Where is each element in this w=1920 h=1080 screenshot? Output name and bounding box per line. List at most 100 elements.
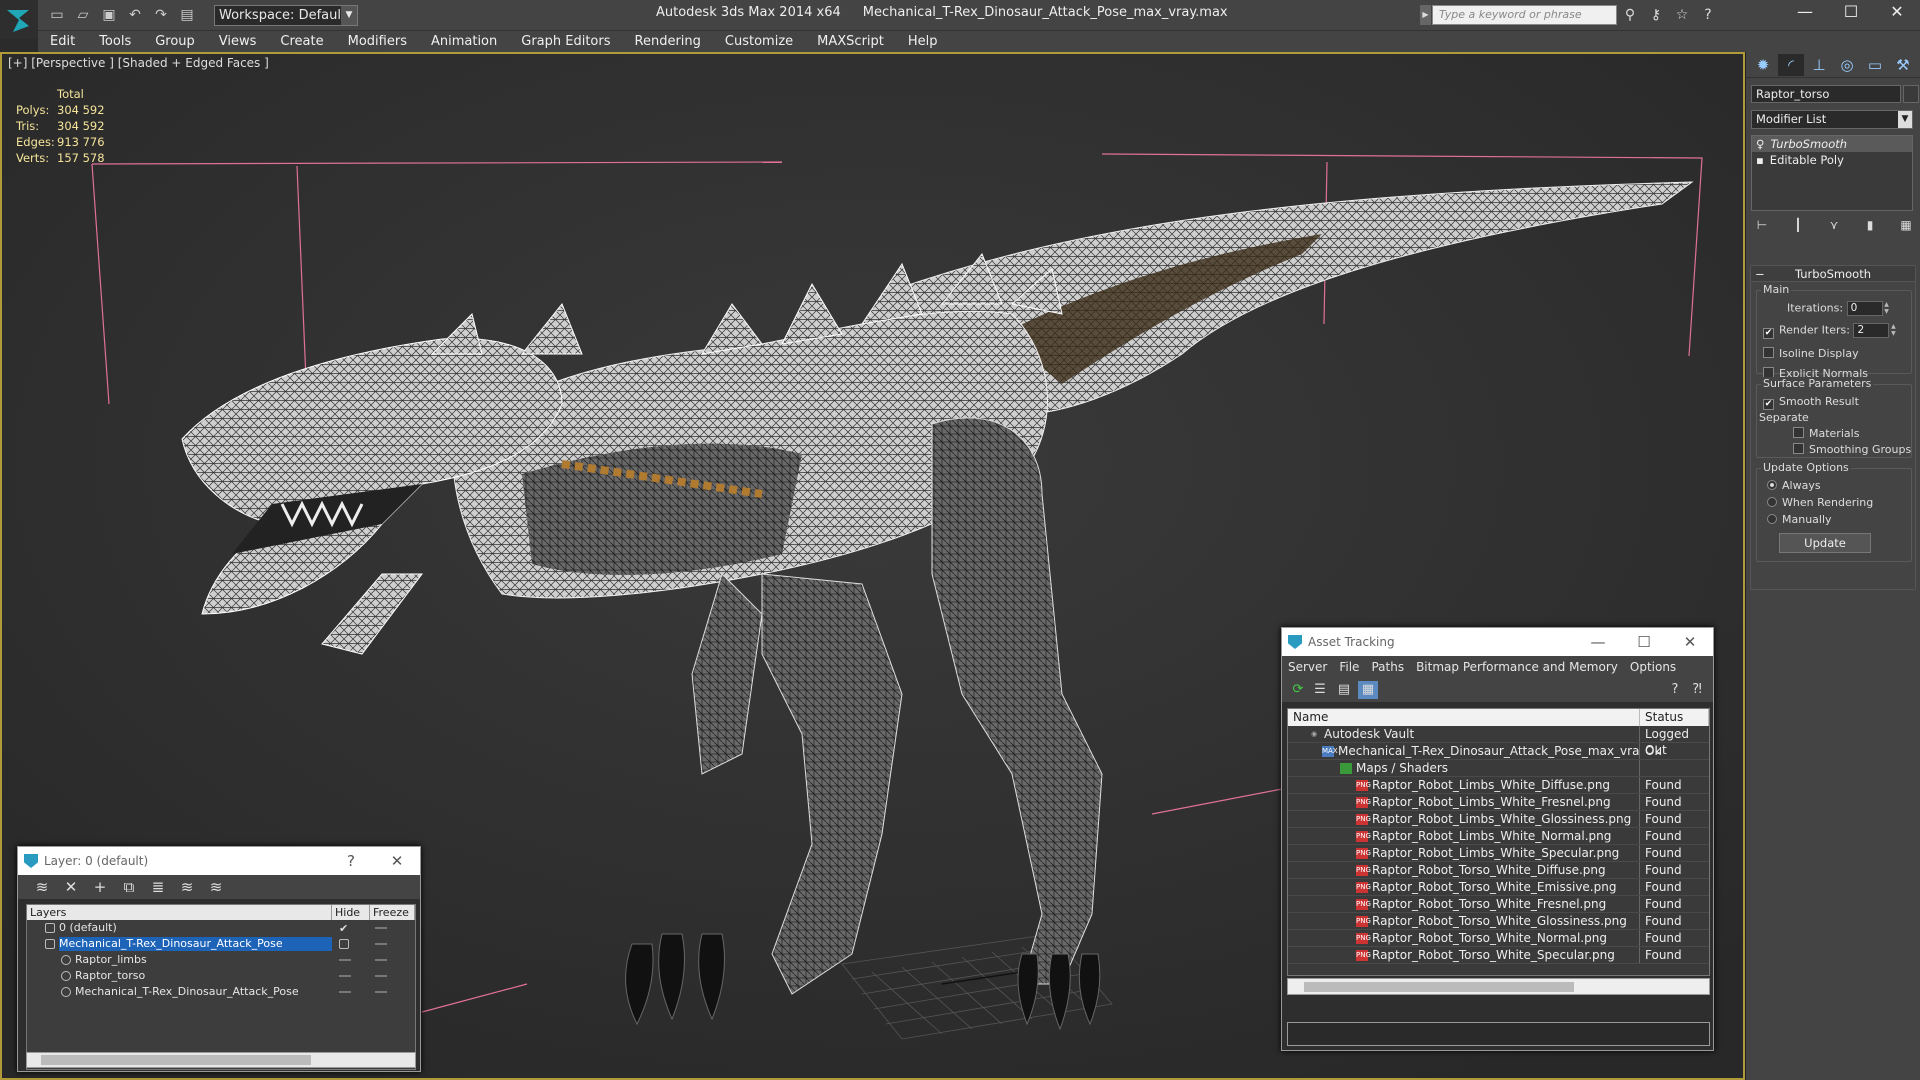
menu-bitmap-performance[interactable]: Bitmap Performance and Memory: [1410, 660, 1624, 674]
modifier-list-dropdown[interactable]: Modifier List ▼: [1751, 110, 1913, 129]
render-iters-spinner[interactable]: 2: [1853, 323, 1890, 338]
menu-rendering[interactable]: Rendering: [623, 31, 713, 52]
table-row[interactable]: PNG Raptor_Robot_Torso_White_Fresnel.png F…: [1288, 896, 1709, 913]
spinner-arrows-icon[interactable]: ▲ ▼: [1883, 301, 1891, 316]
close-icon[interactable]: ✕: [1667, 628, 1713, 656]
isoline-checkbox[interactable]: [1763, 347, 1774, 358]
when-rendering-radio[interactable]: [1767, 497, 1777, 507]
table-row[interactable]: MAX Mechanical_T-Rex_Dinosaur_Attack_Pose…: [1288, 743, 1709, 760]
show-end-result-icon[interactable]: ┃: [1790, 218, 1806, 234]
menu-create[interactable]: Create: [268, 31, 335, 52]
menu-tools[interactable]: Tools: [87, 31, 143, 52]
freeze-toggle[interactable]: [375, 943, 387, 945]
app-menu-button[interactable]: [0, 0, 38, 39]
column-header[interactable]: Name: [1288, 709, 1640, 726]
scroll-thumb[interactable]: [41, 1055, 311, 1065]
thumbnail-view-icon[interactable]: ▤: [1334, 681, 1354, 699]
freeze-all-icon[interactable]: ≋: [206, 878, 226, 896]
hide-toggle[interactable]: [339, 991, 351, 993]
refresh-icon[interactable]: ⟳: [1288, 681, 1308, 699]
minimize-icon[interactable]: —: [1782, 0, 1828, 26]
rollout-header[interactable]: − TurboSmooth: [1751, 266, 1915, 282]
table-row[interactable]: PNG Raptor_Robot_Limbs_White_Normal.png Fo…: [1288, 828, 1709, 845]
open-icon[interactable]: ▱: [74, 6, 92, 24]
close-icon[interactable]: ✕: [1874, 0, 1920, 26]
highlight-layer-icon[interactable]: ≣: [148, 878, 168, 896]
project-icon[interactable]: ▤: [178, 6, 196, 24]
add-icon[interactable]: +: [90, 878, 110, 896]
hide-all-icon[interactable]: ≋: [177, 878, 197, 896]
render-iters-checkbox[interactable]: ✔: [1763, 327, 1774, 339]
stack-item-editable-poly[interactable]: ▪ Editable Poly: [1752, 152, 1912, 168]
freeze-toggle[interactable]: [375, 927, 387, 929]
help-context-icon[interactable]: ⁈: [1687, 681, 1707, 699]
workspace-dropdown[interactable]: Workspace: Default ▼: [214, 5, 358, 26]
hierarchy-icon[interactable]: ⊥: [1806, 54, 1832, 76]
menu-maxscript[interactable]: MAXScript: [805, 31, 896, 52]
table-row[interactable]: Maps / Shaders: [1288, 760, 1709, 777]
utilities-icon[interactable]: ⚒: [1890, 54, 1916, 76]
layers-icon[interactable]: ≋: [32, 878, 52, 896]
new-icon[interactable]: ▭: [48, 6, 66, 24]
iterations-spinner[interactable]: 0: [1846, 301, 1883, 316]
hide-toggle[interactable]: [339, 975, 351, 977]
table-row[interactable]: PNG Raptor_Robot_Torso_White_Specular.png…: [1288, 947, 1709, 964]
manually-radio[interactable]: [1767, 514, 1777, 524]
freeze-toggle[interactable]: [375, 975, 387, 977]
check-icon[interactable]: ✔: [339, 922, 348, 935]
horizontal-scrollbar[interactable]: [26, 1052, 416, 1068]
search-expand-icon[interactable]: ▶: [1420, 5, 1431, 25]
expand-icon[interactable]: ▪: [1756, 152, 1764, 168]
menu-modifiers[interactable]: Modifiers: [336, 31, 419, 52]
menu-file[interactable]: File: [1333, 660, 1365, 674]
smoothing-groups-checkbox[interactable]: [1793, 443, 1804, 454]
layer-row[interactable]: Raptor_limbs: [27, 952, 415, 968]
table-row[interactable]: PNG Raptor_Robot_Limbs_White_Diffuse.png F…: [1288, 777, 1709, 794]
help-icon[interactable]: ?: [328, 847, 374, 875]
layer-row[interactable]: 0 (default) ✔: [27, 920, 415, 936]
create-icon[interactable]: ✹: [1750, 54, 1776, 76]
redo-icon[interactable]: ↷: [152, 6, 170, 24]
menu-paths[interactable]: Paths: [1365, 660, 1410, 674]
menu-group[interactable]: Group: [143, 31, 207, 52]
minimize-icon[interactable]: —: [1575, 628, 1621, 656]
current-layer-icon[interactable]: [339, 939, 349, 949]
table-row[interactable]: PNG Raptor_Robot_Limbs_White_Fresnel.png F…: [1288, 794, 1709, 811]
layer-row[interactable]: Mechanical_T-Rex_Dinosaur_Attack_Pose: [27, 936, 415, 952]
make-unique-icon[interactable]: ⋎: [1826, 218, 1842, 234]
menu-customize[interactable]: Customize: [713, 31, 805, 52]
motion-icon[interactable]: ◎: [1834, 54, 1860, 76]
horizontal-scrollbar[interactable]: [1287, 978, 1710, 995]
menu-graph-editors[interactable]: Graph Editors: [509, 31, 622, 52]
key-icon[interactable]: ⚷: [1646, 6, 1666, 24]
menu-options[interactable]: Options: [1624, 660, 1682, 674]
select-objects-icon[interactable]: ⧉: [119, 878, 139, 896]
remove-modifier-icon[interactable]: ▮: [1862, 218, 1878, 234]
close-icon[interactable]: ✕: [374, 847, 420, 875]
object-color-swatch[interactable]: [1903, 85, 1919, 103]
modify-icon[interactable]: ◜: [1778, 53, 1804, 76]
maximize-icon[interactable]: ☐: [1828, 0, 1874, 26]
column-header[interactable]: Hide: [332, 905, 370, 920]
maximize-icon[interactable]: ☐: [1621, 628, 1667, 656]
table-view-icon[interactable]: ▦: [1358, 681, 1378, 699]
pin-stack-icon[interactable]: ⊢: [1754, 218, 1770, 234]
star-icon[interactable]: ☆: [1672, 6, 1692, 24]
help-icon[interactable]: ?: [1698, 6, 1718, 24]
table-row[interactable]: PNG Raptor_Robot_Torso_White_Normal.png Fo…: [1288, 930, 1709, 947]
column-header[interactable]: Freeze: [370, 905, 415, 920]
binoculars-icon[interactable]: ⚲: [1620, 6, 1640, 24]
column-header[interactable]: Layers: [27, 905, 332, 920]
table-row[interactable]: PNG Raptor_Robot_Torso_White_Diffuse.png F…: [1288, 862, 1709, 879]
hide-toggle[interactable]: [339, 959, 351, 961]
freeze-toggle[interactable]: [375, 959, 387, 961]
bulb-icon[interactable]: ♀: [1756, 136, 1764, 152]
help-icon[interactable]: ?: [1665, 681, 1685, 699]
menu-edit[interactable]: Edit: [38, 31, 87, 52]
layer-row[interactable]: Raptor_torso: [27, 968, 415, 984]
spinner-arrows-icon[interactable]: ▲ ▼: [1889, 323, 1897, 338]
column-header[interactable]: Status: [1640, 709, 1709, 726]
table-row[interactable]: PNG Raptor_Robot_Torso_White_Glossiness.p…: [1288, 913, 1709, 930]
table-row[interactable]: ◉ Autodesk Vault Logged Out: [1288, 726, 1709, 757]
display-icon[interactable]: ▭: [1862, 54, 1888, 76]
